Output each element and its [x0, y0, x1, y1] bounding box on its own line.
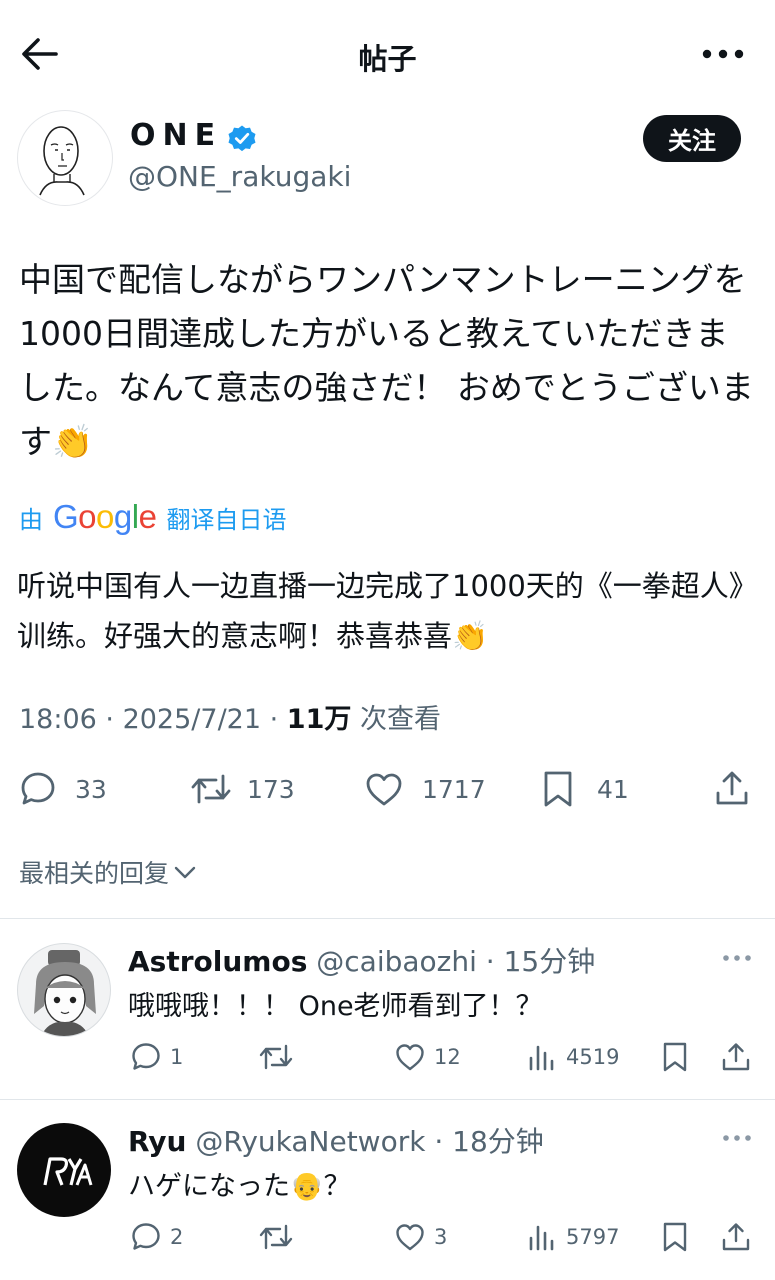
reply-views-button[interactable]: 4519 [526, 1037, 619, 1077]
author-name[interactable]: ONE [130, 118, 222, 153]
ellipsis-icon [723, 1135, 751, 1141]
view-count: 11万 [286, 704, 352, 735]
reply-action-bar: 1 12 4519 [0, 1037, 775, 1077]
reply-button[interactable]: 33 [19, 764, 107, 814]
bookmark-icon [663, 1222, 687, 1252]
page-title: 帖子 [358, 42, 417, 76]
reply-like-count: 3 [434, 1225, 448, 1249]
bookmark-button[interactable]: 41 [541, 764, 629, 814]
heart-icon [396, 1224, 424, 1251]
ellipsis-icon [723, 955, 751, 961]
share-icon [722, 1043, 750, 1071]
reply-sort-selector[interactable]: 最相关的回复 [19, 854, 197, 890]
follow-button[interactable]: 关注 [643, 115, 741, 162]
reply-author-name[interactable]: Ryu [128, 1125, 187, 1158]
reply-time[interactable]: 18分钟 [452, 1125, 544, 1158]
translation-attribution[interactable]: 由 Google 翻译自日语 [19, 497, 286, 537]
reply-bookmark-button[interactable] [661, 1217, 689, 1257]
reply-author-handle[interactable]: @RyukaNetwork [195, 1125, 425, 1158]
bar-chart-icon [529, 1225, 554, 1251]
reply-like-button[interactable]: 12 [394, 1037, 461, 1077]
speech-bubble-icon [132, 1223, 160, 1250]
reply-author-name[interactable]: Astrolumos [128, 945, 307, 978]
reply-more-button[interactable] [721, 1130, 753, 1146]
bookmark-count: 41 [597, 774, 629, 804]
reply-repost-button[interactable] [258, 1037, 294, 1077]
reply-like-count: 12 [434, 1045, 461, 1069]
post-time[interactable]: 18:06 [19, 704, 97, 735]
reply-header: Astrolumos @caibaozhi · 15分钟 [128, 945, 596, 978]
translation-text: 听说中国有人一边直播一边完成了1000天的《一拳超人》训练。好强大的意志啊！恭喜… [17, 569, 758, 653]
top-bar: 帖子 [0, 0, 775, 108]
share-icon [716, 771, 748, 805]
verified-badge-icon [227, 124, 257, 154]
speech-bubble-icon [21, 772, 55, 805]
reply-bookmark-button[interactable] [661, 1037, 689, 1077]
repost-icon [259, 1044, 293, 1070]
reply-header: Ryu @RyukaNetwork · 18分钟 [128, 1125, 544, 1158]
reply-reply-button[interactable]: 1 [130, 1037, 183, 1077]
post-meta: 18:06 · 2025/7/21 · 11万 次查看 [19, 704, 441, 735]
translated-prefix: 由 [19, 505, 43, 534]
ellipsis-icon [702, 49, 744, 59]
author-avatar[interactable] [17, 110, 113, 206]
reply-more-button[interactable] [721, 950, 753, 966]
repost-icon [191, 774, 231, 804]
share-icon [722, 1223, 750, 1251]
heart-icon [396, 1044, 424, 1071]
reply-avatar[interactable] [17, 943, 111, 1037]
reply-view-count: 5797 [566, 1225, 620, 1249]
sort-label: 最相关的回复 [19, 859, 170, 888]
like-button[interactable]: 1717 [364, 764, 486, 814]
reply-count: 33 [75, 774, 107, 804]
reply-avatar[interactable] [17, 1123, 111, 1217]
reply-like-button[interactable]: 3 [394, 1217, 447, 1257]
speech-bubble-icon [132, 1043, 160, 1070]
heart-icon [366, 773, 402, 806]
post-date[interactable]: 2025/7/21 [123, 704, 261, 735]
bookmark-icon [544, 771, 572, 807]
reply-view-count: 4519 [566, 1045, 620, 1069]
like-count: 1717 [422, 774, 486, 804]
reply-time[interactable]: 15分钟 [504, 945, 596, 978]
bookmark-icon [663, 1042, 687, 1072]
google-logo: Google [53, 498, 157, 535]
post-action-bar: 33 173 1717 41 [0, 764, 775, 814]
share-button[interactable] [713, 764, 751, 814]
bar-chart-icon [529, 1045, 554, 1071]
divider [0, 918, 775, 919]
reply-repost-button[interactable] [258, 1217, 294, 1257]
reply-text: ハゲになった👴？ [128, 1171, 351, 1202]
views-label: 次查看 [359, 704, 441, 735]
reply-reply-button[interactable]: 2 [130, 1217, 183, 1257]
author-handle[interactable]: @ONE_rakugaki [128, 160, 351, 193]
reply-views-button[interactable]: 5797 [526, 1217, 619, 1257]
reply-text: 哦哦哦！！！ One老师看到了！？ [128, 991, 543, 1022]
reply-share-button[interactable] [720, 1037, 752, 1077]
reply-author-handle[interactable]: @caibaozhi [316, 945, 477, 978]
post-text: 中国で配信しながらワンパンマントレーニングを1000日間達成した方がいると教えて… [19, 260, 754, 461]
repost-count: 173 [247, 774, 295, 804]
translated-suffix: 翻译自日语 [166, 505, 287, 534]
repost-button[interactable]: 173 [189, 764, 295, 814]
reply-share-button[interactable] [720, 1217, 752, 1257]
divider [0, 1099, 775, 1100]
repost-icon [259, 1224, 293, 1250]
reply-reply-count: 2 [170, 1225, 184, 1249]
reply-reply-count: 1 [170, 1045, 184, 1069]
more-options-button[interactable] [699, 40, 747, 68]
chevron-down-icon [174, 866, 196, 879]
reply-action-bar: 2 3 5797 [0, 1217, 775, 1257]
